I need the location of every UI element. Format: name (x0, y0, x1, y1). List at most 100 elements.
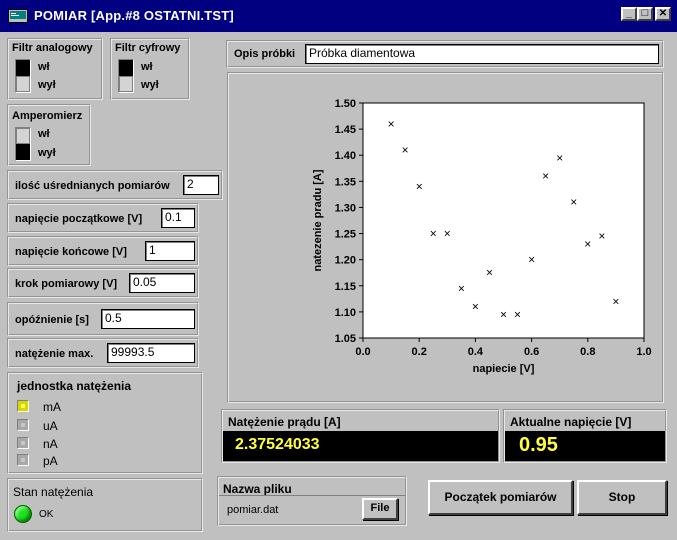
voltage-display-value: 0.95 (519, 434, 558, 456)
max-current-label: natężenie max. (15, 348, 94, 360)
current-status-panel: Stan natężenia OK (7, 478, 203, 532)
end-voltage-input[interactable]: 1 (145, 241, 195, 261)
averaged-count-panel: ilość uśrednianych pomiarów 2 (7, 170, 223, 200)
delay-panel: opóźnienie [s] 0.5 (7, 302, 199, 336)
data-point: × (584, 237, 591, 251)
end-voltage-label: napięcie końcowe [V] (15, 246, 127, 258)
close-icon: ✕ (658, 8, 668, 19)
title-bar[interactable]: POMIAR [App.#8 OSTATNI.TST] _ □ ✕ (0, 0, 677, 32)
max-current-panel: natężenie max. 99993.5 (7, 338, 199, 368)
y-tick-label: 1.10 (335, 307, 356, 319)
digital-filter-switch[interactable] (118, 59, 134, 93)
data-point: × (388, 117, 395, 131)
stop-button[interactable]: Stop (577, 480, 667, 515)
y-tick-label: 1.30 (335, 202, 356, 214)
delay-input[interactable]: 0.5 (101, 309, 195, 329)
y-tick-label: 1.35 (335, 176, 356, 188)
y-tick-label: 1.45 (335, 124, 356, 136)
switch-on-segment (16, 144, 30, 160)
data-point: × (486, 266, 493, 280)
minimize-button[interactable]: _ (621, 7, 637, 21)
digital-filter-on-label: wł (141, 61, 153, 73)
sample-label: Opis próbki (234, 48, 296, 60)
data-point: × (612, 294, 619, 308)
step-input[interactable]: 0.05 (129, 273, 195, 293)
current-display-value: 2.37524033 (235, 436, 320, 453)
y-axis-label: natezenie pradu [A] (312, 169, 324, 271)
analog-filter-label: Filtr analogowy (12, 42, 93, 54)
data-point: × (402, 143, 409, 157)
averaged-count-input[interactable]: 2 (183, 175, 219, 195)
close-button[interactable]: ✕ (655, 7, 671, 21)
start-measurement-button[interactable]: Początek pomiarów (428, 480, 573, 515)
unit-option-ma[interactable]: mA (17, 400, 77, 418)
y-tick-label: 1.15 (335, 281, 356, 293)
end-voltage-panel: napięcie końcowe [V] 1 (7, 236, 199, 266)
y-tick-label: 1.20 (335, 255, 356, 267)
ammeter-switch[interactable] (15, 127, 31, 161)
unit-option-label: mA (43, 400, 61, 414)
x-tick-label: 0.4 (468, 346, 484, 358)
ammeter-label: Amperomierz (12, 110, 83, 122)
minimize-icon: _ (626, 8, 632, 19)
unit-option-ua[interactable]: uA (17, 419, 77, 437)
data-point: × (556, 151, 563, 165)
digital-filter-panel: Filtr cyfrowy wł wył (110, 38, 190, 100)
app-icon (8, 9, 28, 23)
data-point: × (444, 227, 451, 241)
unit-option-pa[interactable]: pA (17, 454, 77, 472)
switch-off-segment (16, 76, 30, 92)
data-point: × (416, 180, 423, 194)
plot-area (362, 102, 645, 339)
data-point: × (458, 281, 465, 295)
unit-option-na[interactable]: nA (17, 437, 77, 455)
start-voltage-panel: napięcie początkowe [V] 0.1 (7, 203, 199, 233)
current-display-screen: 2.37524033 (223, 431, 498, 461)
voltage-display-screen: 0.95 (505, 431, 665, 461)
y-tick-label: 1.40 (335, 150, 356, 162)
ammeter-on-label: wł (38, 128, 50, 140)
x-axis-label: napiecie [V] (473, 363, 535, 375)
analog-filter-switch[interactable] (15, 59, 31, 93)
averaged-count-label: ilość uśrednianych pomiarów (15, 180, 170, 192)
file-panel: Nazwa pliku pomiar.dat File (217, 476, 407, 526)
step-panel: krok pomiarowy [V] 0.05 (7, 268, 199, 298)
data-point: × (542, 169, 549, 183)
data-point: × (500, 308, 507, 322)
y-tick-label: 1.25 (335, 229, 356, 241)
delay-label: opóźnienie [s] (15, 314, 89, 326)
y-tick-label: 1.05 (335, 333, 356, 345)
switch-on-segment (119, 60, 133, 76)
data-point: × (528, 253, 535, 267)
digital-filter-label: Filtr cyfrowy (115, 42, 181, 54)
radio-led-icon (17, 419, 29, 431)
file-divider (219, 495, 405, 496)
x-tick-label: 1.0 (636, 346, 651, 358)
switch-off-segment (16, 128, 30, 144)
window-title: POMIAR [App.#8 OSTATNI.TST] (34, 8, 234, 23)
start-voltage-input[interactable]: 0.1 (161, 208, 195, 228)
step-label: krok pomiarowy [V] (15, 278, 118, 290)
digital-filter-off-label: wył (141, 79, 159, 91)
file-label: Nazwa pliku (223, 482, 292, 496)
file-button[interactable]: File (362, 498, 398, 520)
analog-filter-off-label: wył (38, 79, 56, 91)
sample-input[interactable]: Próbka diamentowa (305, 44, 659, 64)
x-tick-label: 0.8 (580, 346, 595, 358)
maximize-button[interactable]: □ (637, 7, 653, 21)
voltage-display-panel: Aktualne napięcie [V] 0.95 (503, 409, 667, 463)
chart-panel: 0.0 0.2 0.4 0.6 0.8 1.0 1.05 1.10 1.15 1.20 1.25 1.… (227, 72, 664, 403)
unit-option-label: uA (43, 419, 58, 433)
max-current-input[interactable]: 99993.5 (107, 343, 195, 363)
switch-off-segment (119, 76, 133, 92)
start-voltage-label: napięcie początkowe [V] (15, 213, 143, 225)
sample-panel: Opis próbki Próbka diamentowa (226, 40, 664, 68)
ammeter-off-label: wył (38, 147, 56, 159)
current-display-label: Natężenie prądu [A] (228, 415, 341, 429)
data-point: × (598, 229, 605, 243)
data-point: × (472, 300, 479, 314)
x-tick-label: 0.2 (412, 346, 427, 358)
analog-filter-panel: Filtr analogowy wł wył (7, 38, 103, 100)
current-unit-label: jednostka natężenia (17, 379, 132, 393)
current-status-value: OK (39, 509, 54, 520)
